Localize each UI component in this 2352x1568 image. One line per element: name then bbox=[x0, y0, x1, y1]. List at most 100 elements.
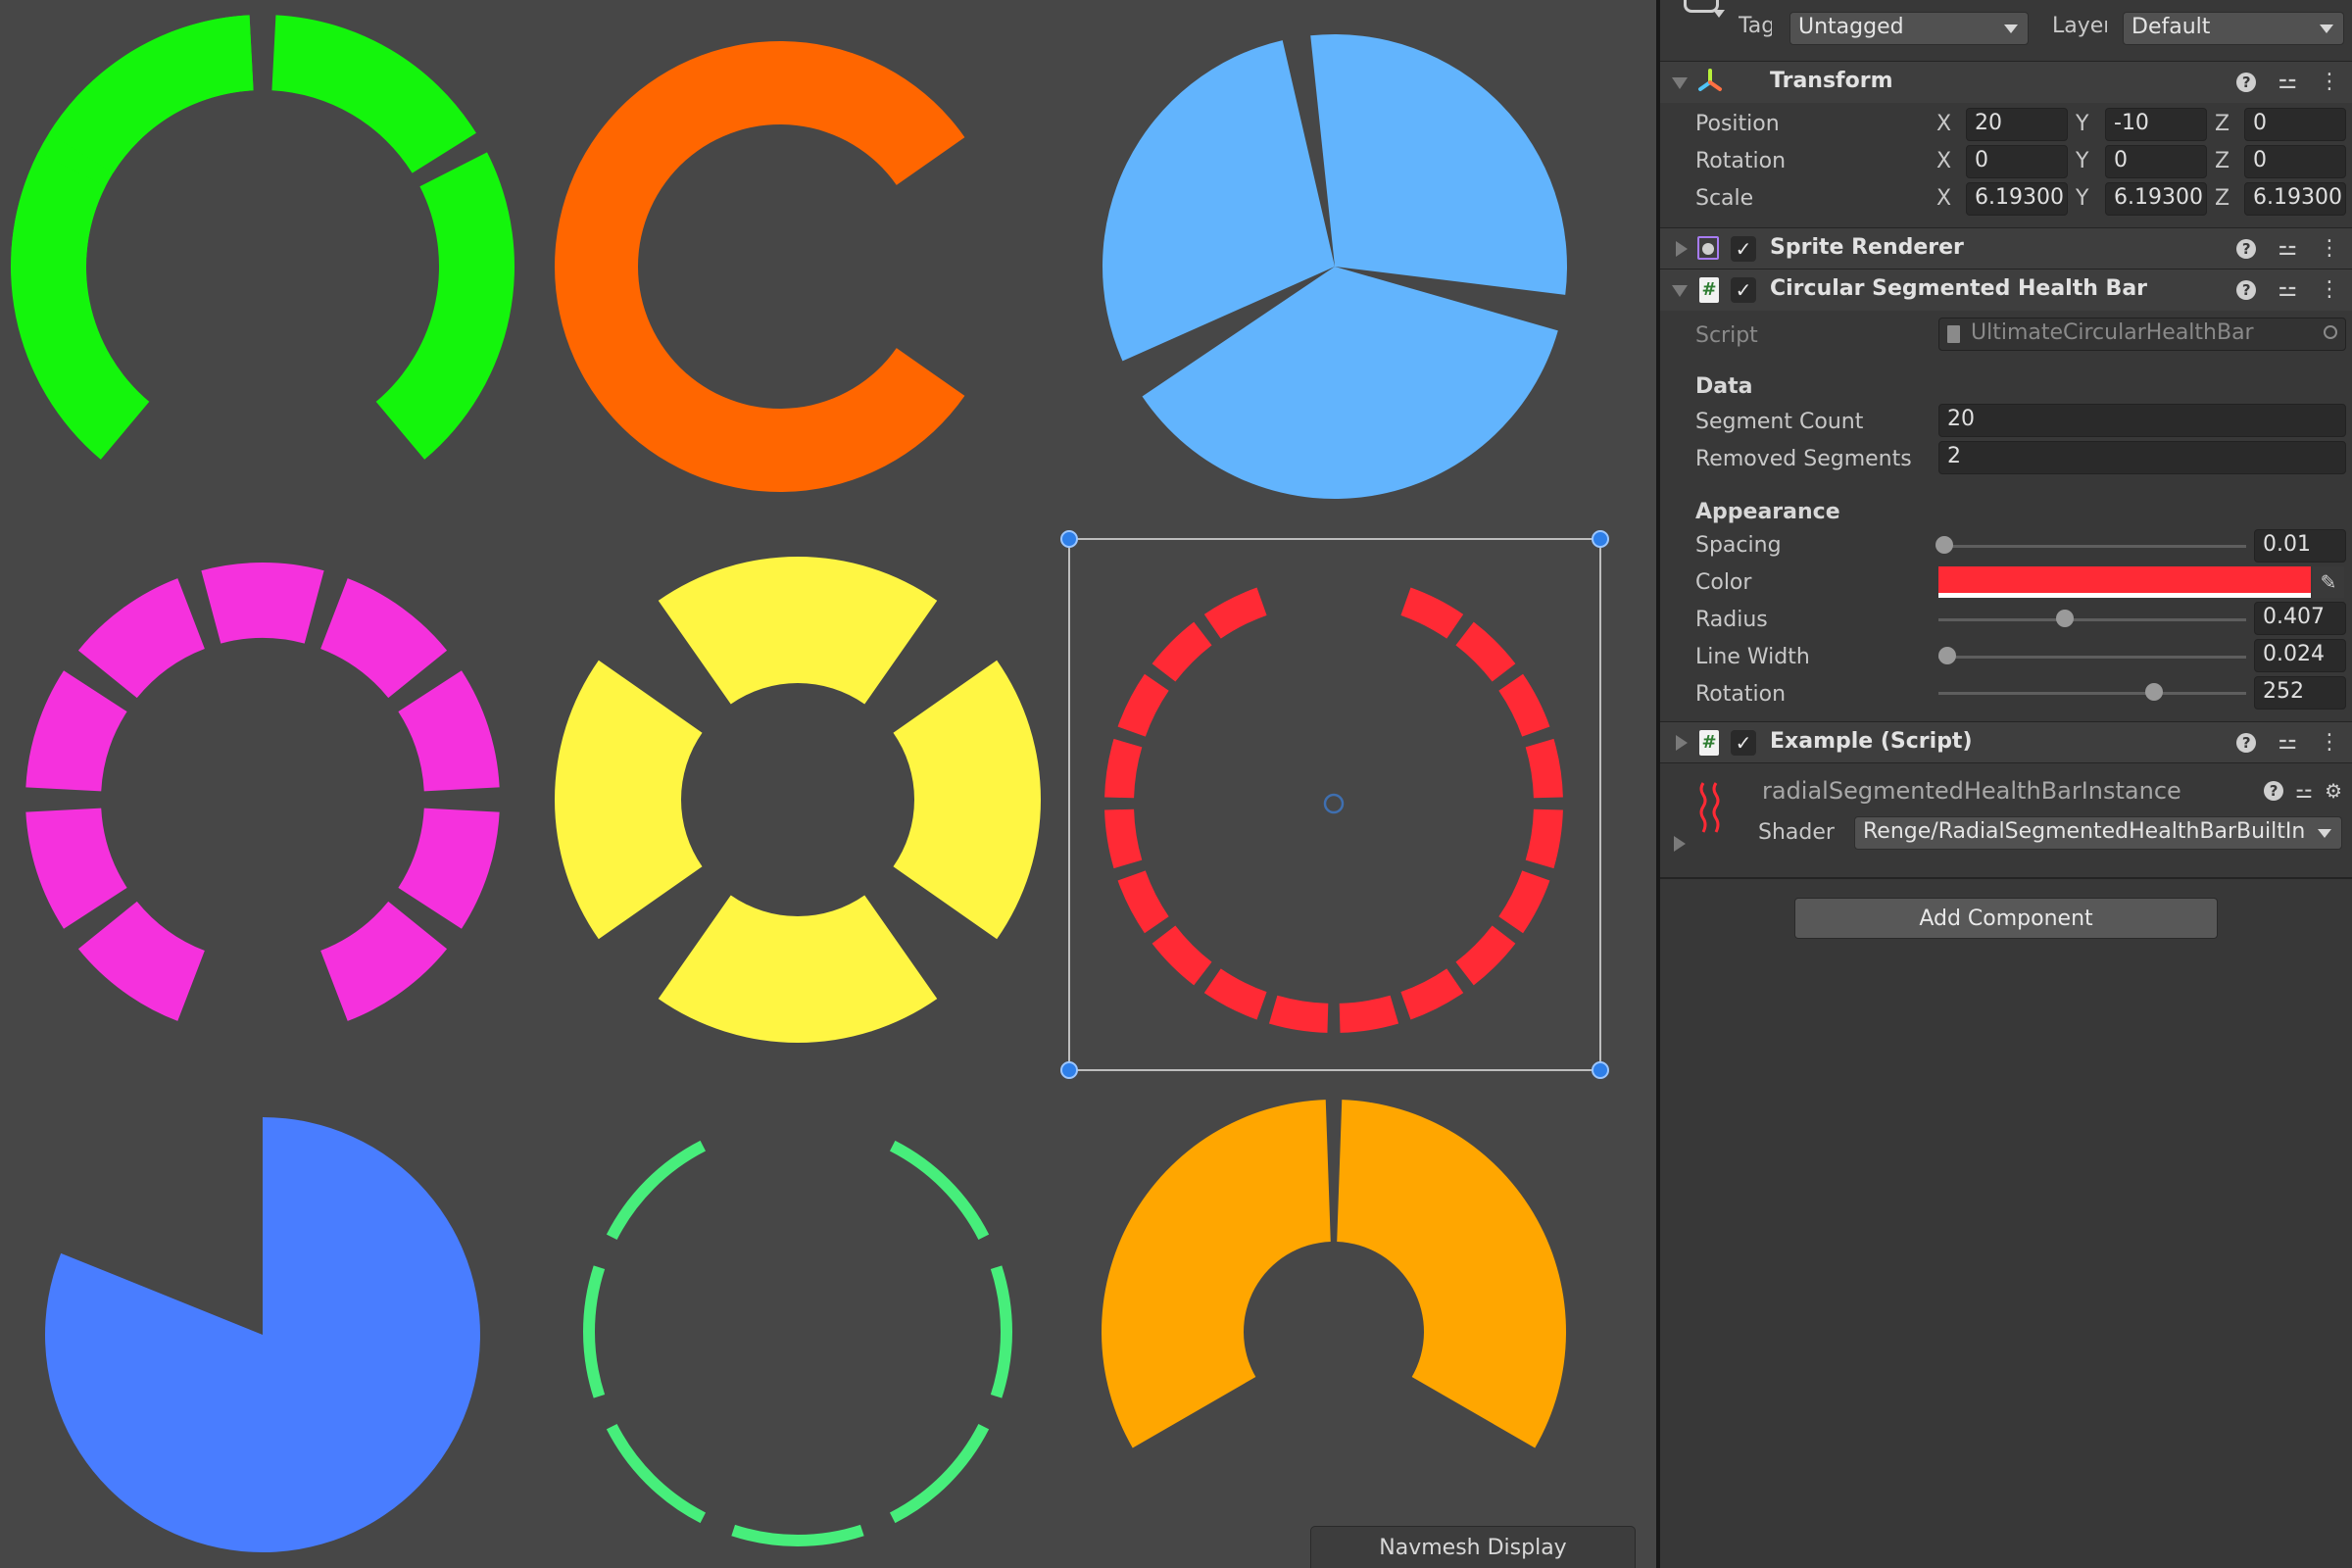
preset-icon[interactable]: ⚍ bbox=[2278, 70, 2297, 94]
fold-down-icon[interactable] bbox=[1672, 285, 1688, 297]
red-segmented-ring-segment[interactable] bbox=[1203, 587, 1267, 639]
tag-dropdown[interactable]: Untagged bbox=[1789, 12, 2029, 45]
blue-pie-segment[interactable] bbox=[44, 1117, 480, 1553]
help-icon[interactable]: ? bbox=[2236, 238, 2257, 259]
magenta-segmented-ring-segment[interactable] bbox=[77, 578, 205, 699]
red-segmented-ring-segment[interactable] bbox=[1498, 870, 1550, 934]
red-segmented-ring-segment[interactable] bbox=[1525, 808, 1563, 869]
red-segmented-ring-segment[interactable] bbox=[1104, 738, 1143, 799]
light-blue-pie-segment[interactable] bbox=[1310, 33, 1567, 295]
line-width-field[interactable]: 0.024 bbox=[2254, 639, 2346, 672]
example-script-header[interactable]: # ✓ Example (Script) ? ⚍ ⋮ bbox=[1660, 721, 2352, 763]
help-icon[interactable]: ? bbox=[2236, 732, 2257, 753]
orange-segmented-ring-segment[interactable] bbox=[1102, 1100, 1331, 1448]
rotation-slider[interactable] bbox=[1938, 692, 2246, 695]
position-z-field[interactable]: 0 bbox=[2244, 108, 2346, 141]
rotation-y-field[interactable]: 0 bbox=[2105, 145, 2207, 178]
resize-handle[interactable] bbox=[1060, 530, 1078, 548]
resize-handle[interactable] bbox=[1060, 1061, 1078, 1079]
preset-icon[interactable]: ⚍ bbox=[2278, 730, 2297, 755]
red-segmented-ring-segment[interactable] bbox=[1339, 995, 1399, 1033]
navmesh-display-button[interactable]: Navmesh Display bbox=[1310, 1526, 1636, 1568]
magenta-segmented-ring-segment[interactable] bbox=[398, 808, 500, 929]
health-bar-enabled-checkbox[interactable]: ✓ bbox=[1731, 277, 1756, 303]
magenta-segmented-ring-segment[interactable] bbox=[77, 901, 205, 1021]
green-thin-ring-segment[interactable] bbox=[606, 1140, 707, 1241]
green-segmented-ring-segment[interactable] bbox=[271, 15, 476, 173]
preset-icon[interactable]: ⚍ bbox=[2278, 277, 2297, 302]
more-options-icon[interactable]: ⋮ bbox=[2319, 236, 2340, 261]
yellow-segmented-ring-segment[interactable] bbox=[893, 660, 1041, 940]
green-segmented-ring-segment[interactable] bbox=[375, 152, 514, 460]
removed-segments-field[interactable]: 2 bbox=[1938, 441, 2346, 474]
green-thin-ring-segment[interactable] bbox=[889, 1423, 990, 1524]
gear-icon[interactable]: ⚙ bbox=[2325, 779, 2342, 803]
rotation-x-field[interactable]: 0 bbox=[1966, 145, 2068, 178]
more-options-icon[interactable]: ⋮ bbox=[2319, 70, 2340, 94]
magenta-segmented-ring-segment[interactable] bbox=[398, 670, 500, 792]
green-thin-ring-segment[interactable] bbox=[606, 1423, 707, 1524]
transform-header[interactable]: Transform ? ⚍ ⋮ bbox=[1660, 61, 2352, 103]
spacing-slider-thumb[interactable] bbox=[1936, 536, 1954, 554]
scale-x-field[interactable]: 6.19300! bbox=[1966, 182, 2068, 216]
add-component-button[interactable]: Add Component bbox=[1794, 898, 2218, 939]
fold-down-icon[interactable] bbox=[1672, 77, 1688, 89]
red-segmented-ring-segment[interactable] bbox=[1455, 621, 1516, 682]
red-segmented-ring-segment[interactable] bbox=[1203, 968, 1267, 1020]
scene-canvas[interactable] bbox=[0, 0, 1656, 1568]
red-segmented-ring-segment[interactable] bbox=[1152, 621, 1212, 682]
layer-dropdown[interactable]: Default bbox=[2123, 12, 2344, 45]
health-bar-component-header[interactable]: # ✓ Circular Segmented Health Bar ? ⚍ ⋮ bbox=[1660, 269, 2352, 311]
selection-rect[interactable] bbox=[1068, 538, 1601, 1071]
help-icon[interactable]: ? bbox=[2236, 279, 2257, 300]
help-icon[interactable]: ? bbox=[2236, 72, 2257, 92]
more-options-icon[interactable]: ⋮ bbox=[2319, 730, 2340, 755]
green-segmented-ring-segment[interactable] bbox=[49, 15, 254, 173]
magenta-segmented-ring-segment[interactable] bbox=[25, 670, 127, 792]
orange-c-ring-segment[interactable] bbox=[554, 40, 965, 493]
fold-right-icon[interactable] bbox=[1674, 836, 1686, 852]
position-x-field[interactable]: 20 bbox=[1966, 108, 2068, 141]
red-segmented-ring-segment[interactable] bbox=[1117, 870, 1169, 934]
eyedropper-icon[interactable]: ✎ bbox=[2313, 566, 2344, 598]
red-segmented-ring-segment[interactable] bbox=[1152, 925, 1212, 986]
color-swatch[interactable] bbox=[1938, 566, 2311, 598]
magenta-segmented-ring-segment[interactable] bbox=[201, 563, 324, 644]
red-segmented-ring-segment[interactable] bbox=[1400, 587, 1464, 639]
yellow-segmented-ring-segment[interactable] bbox=[658, 895, 938, 1043]
sprite-renderer-header[interactable]: ✓ Sprite Renderer ? ⚍ ⋮ bbox=[1660, 227, 2352, 270]
magenta-segmented-ring-segment[interactable] bbox=[320, 901, 448, 1021]
fold-right-icon[interactable] bbox=[1676, 735, 1688, 751]
line-width-slider[interactable] bbox=[1938, 656, 2246, 659]
fold-right-icon[interactable] bbox=[1676, 241, 1688, 257]
red-segmented-ring-segment[interactable] bbox=[1117, 673, 1169, 737]
script-field[interactable]: UltimateCircularHealthBar bbox=[1938, 318, 2346, 351]
help-icon[interactable]: ? bbox=[2264, 781, 2284, 801]
red-segmented-ring-segment[interactable] bbox=[1268, 995, 1329, 1033]
yellow-segmented-ring-segment[interactable] bbox=[658, 557, 938, 705]
magenta-segmented-ring-segment[interactable] bbox=[320, 578, 448, 699]
position-y-field[interactable]: -10 bbox=[2105, 108, 2207, 141]
green-segmented-ring-segment[interactable] bbox=[10, 152, 150, 460]
chevron-down-icon[interactable] bbox=[1713, 10, 1725, 18]
green-thin-ring-segment[interactable] bbox=[990, 1265, 1012, 1398]
radius-slider[interactable] bbox=[1938, 618, 2246, 621]
radius-field[interactable]: 0.407 bbox=[2254, 602, 2346, 635]
red-segmented-ring-segment[interactable] bbox=[1525, 738, 1563, 799]
radius-slider-thumb[interactable] bbox=[2055, 610, 2074, 627]
shader-dropdown[interactable]: Renge/RadialSegmentedHealthBarBuiltIn bbox=[1854, 816, 2342, 850]
scale-y-field[interactable]: 6.19300! bbox=[2105, 182, 2207, 216]
orange-segmented-ring-segment[interactable] bbox=[1337, 1100, 1566, 1448]
scale-z-field[interactable]: 6.19300! bbox=[2244, 182, 2346, 216]
green-thin-ring-segment[interactable] bbox=[583, 1265, 606, 1398]
preset-icon[interactable]: ⚍ bbox=[2278, 236, 2297, 261]
red-segmented-ring-segment[interactable] bbox=[1455, 925, 1516, 986]
pivot-handle[interactable] bbox=[1323, 793, 1345, 814]
resize-handle[interactable] bbox=[1592, 530, 1609, 548]
spacing-field[interactable]: 0.01 bbox=[2254, 529, 2346, 563]
segment-count-field[interactable]: 20 bbox=[1938, 404, 2346, 437]
sprite-renderer-enabled-checkbox[interactable]: ✓ bbox=[1731, 236, 1756, 262]
red-segmented-ring-segment[interactable] bbox=[1104, 808, 1143, 869]
preset-icon[interactable]: ⚍ bbox=[2295, 779, 2313, 803]
resize-handle[interactable] bbox=[1592, 1061, 1609, 1079]
